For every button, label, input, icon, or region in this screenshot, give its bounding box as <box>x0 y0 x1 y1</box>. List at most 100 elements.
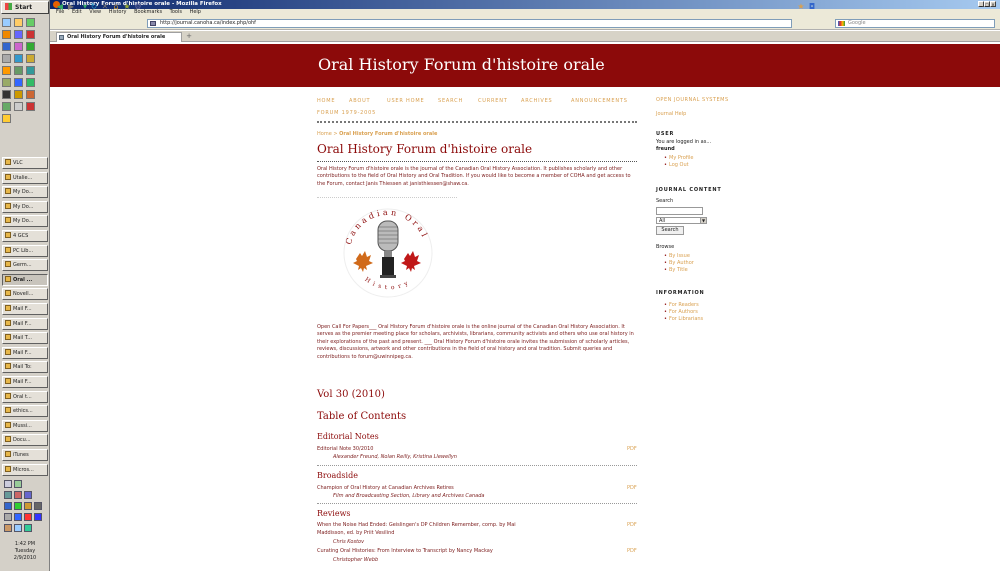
url-bar[interactable]: http://journal.canoha.ca/index.php/ohf <box>147 19 792 28</box>
taskbar-button[interactable]: Germ... <box>2 259 48 272</box>
app-icon[interactable] <box>14 78 23 87</box>
stop-icon[interactable]: ✕ <box>100 2 110 12</box>
app-icon[interactable] <box>26 42 35 51</box>
word-icon[interactable] <box>2 42 11 51</box>
tray-icon[interactable] <box>4 502 12 510</box>
taskbar-button[interactable]: Mail F... <box>2 376 48 388</box>
app-icon[interactable] <box>26 54 35 63</box>
app-icon[interactable] <box>2 102 11 111</box>
home-icon[interactable]: ⌂ <box>111 2 121 12</box>
firefox-icon[interactable] <box>2 30 11 39</box>
app-icon[interactable] <box>14 102 23 111</box>
taskbar-button[interactable]: Oral t... <box>2 390 48 403</box>
taskbar-button[interactable]: My Do... <box>2 186 48 199</box>
tray-icon[interactable] <box>14 491 22 499</box>
search-scope-select[interactable]: All ▼ <box>656 217 707 224</box>
app-icon[interactable] <box>2 54 11 63</box>
app-icon[interactable] <box>2 114 11 123</box>
menu-tools[interactable]: Tools <box>170 9 182 15</box>
for-librarians-link[interactable]: For Librarians <box>664 316 703 322</box>
bookmark-star-icon[interactable]: ★ <box>796 2 806 12</box>
taskbar-button[interactable]: My Do... <box>2 200 48 213</box>
tray-icon[interactable] <box>34 502 42 510</box>
tray-icon[interactable] <box>4 480 12 488</box>
tray-icon[interactable] <box>24 524 32 532</box>
journal-help-link[interactable]: Journal Help <box>656 111 686 117</box>
tray-icon[interactable] <box>14 513 22 521</box>
article-title-continued[interactable]: Maddisson, ed. by Priit Vesilind <box>317 530 394 536</box>
search-bar[interactable]: Google <box>835 19 995 28</box>
nav-about[interactable]: ABOUT <box>349 98 370 104</box>
tools-icon[interactable]: ⚙ <box>133 2 143 12</box>
article-title[interactable]: Curating Oral Histories: From Interview … <box>317 548 493 554</box>
nav-user-home[interactable]: USER HOME <box>387 98 424 104</box>
nav-forum-archive[interactable]: FORUM 1979-2005 <box>317 110 376 116</box>
menu-help[interactable]: Help <box>190 9 201 15</box>
search-input[interactable] <box>656 207 703 215</box>
app-icon[interactable] <box>2 78 11 87</box>
app-icon[interactable] <box>14 42 23 51</box>
forward-icon[interactable]: ▶ <box>66 2 76 12</box>
tray-icon[interactable] <box>14 502 22 510</box>
new-tab-button[interactable]: + <box>184 32 194 41</box>
my-profile-link[interactable]: My Profile <box>664 155 694 161</box>
taskbar-button[interactable]: 4 GCS <box>2 230 48 242</box>
breadcrumb-current[interactable]: Oral History Forum d'histoire orale <box>339 131 437 137</box>
browse-by-issue-link[interactable]: By Issue <box>664 253 690 259</box>
app-icon[interactable] <box>26 66 35 75</box>
for-readers-link[interactable]: For Readers <box>664 302 699 308</box>
tray-icon[interactable] <box>24 491 32 499</box>
tray-icon[interactable] <box>24 513 32 521</box>
tab-active[interactable]: Oral History Forum d'histoire orale <box>56 32 182 42</box>
pdf-link[interactable]: PDF <box>627 522 637 528</box>
taskbar-button[interactable]: Mussi... <box>2 419 48 432</box>
pdf-link[interactable]: PDF <box>627 446 637 452</box>
app-icon[interactable] <box>26 90 35 99</box>
taskbar-button[interactable]: PC Lib... <box>2 244 48 257</box>
taskbar-button[interactable]: Micros... <box>2 463 48 476</box>
log-out-link[interactable]: Log Out <box>664 162 688 168</box>
system-clock[interactable]: 1:42 PM Tuesday 2/9/2010 <box>2 541 48 562</box>
pdf-link[interactable]: PDF <box>627 485 637 491</box>
app-icon[interactable] <box>14 54 23 63</box>
nav-announcements[interactable]: ANNOUNCEMENTS <box>571 98 628 104</box>
taskbar-button[interactable]: iTunes <box>2 449 48 461</box>
app-icon[interactable] <box>14 90 23 99</box>
app-icon[interactable] <box>2 90 11 99</box>
app-icon[interactable] <box>26 30 35 39</box>
start-button[interactable]: Start <box>1 1 49 14</box>
taskbar-button[interactable]: Docu... <box>2 434 48 447</box>
desktop-icon[interactable] <box>2 18 11 27</box>
nav-current[interactable]: CURRENT <box>478 98 508 104</box>
browse-by-title-link[interactable]: By Title <box>664 267 688 273</box>
nav-home[interactable]: HOME <box>317 98 335 104</box>
taskbar-button[interactable]: VLC <box>2 157 48 169</box>
breadcrumb-home[interactable]: Home <box>317 131 332 137</box>
taskbar-button[interactable]: ethics... <box>2 405 48 418</box>
article-title[interactable]: When the Noise Had Ended: Geislingen's D… <box>317 522 516 528</box>
bookmark-icon[interactable]: ★ <box>122 2 132 12</box>
app-icon[interactable] <box>14 30 23 39</box>
taskbar-button[interactable]: Mail To: <box>2 361 48 374</box>
taskbar-button[interactable]: Mail F... <box>2 317 48 330</box>
tray-icon[interactable] <box>34 513 42 521</box>
tray-icon[interactable] <box>14 524 22 532</box>
for-authors-link[interactable]: For Authors <box>664 309 698 315</box>
app-icon[interactable] <box>14 66 23 75</box>
app-icon[interactable] <box>2 66 11 75</box>
app-icon[interactable] <box>26 18 35 27</box>
tray-icon[interactable] <box>24 502 32 510</box>
feed-icon[interactable]: ◘ <box>807 2 817 12</box>
taskbar-button[interactable]: Oral ... <box>2 273 48 286</box>
ojs-link[interactable]: OPEN JOURNAL SYSTEMS <box>656 97 729 103</box>
article-title[interactable]: Editorial Note 30/2010 <box>317 446 373 452</box>
taskbar-button[interactable]: Mail F... <box>2 346 48 359</box>
nav-search[interactable]: SEARCH <box>438 98 463 104</box>
pdf-link[interactable]: PDF <box>627 548 637 554</box>
close-button[interactable]: × <box>990 1 996 7</box>
back-icon[interactable]: ◀ <box>55 2 65 12</box>
tray-icon[interactable] <box>14 480 22 488</box>
tray-icon[interactable] <box>4 524 12 532</box>
taskbar-button[interactable]: My Do... <box>2 215 48 228</box>
search-button[interactable]: Search <box>656 226 684 235</box>
